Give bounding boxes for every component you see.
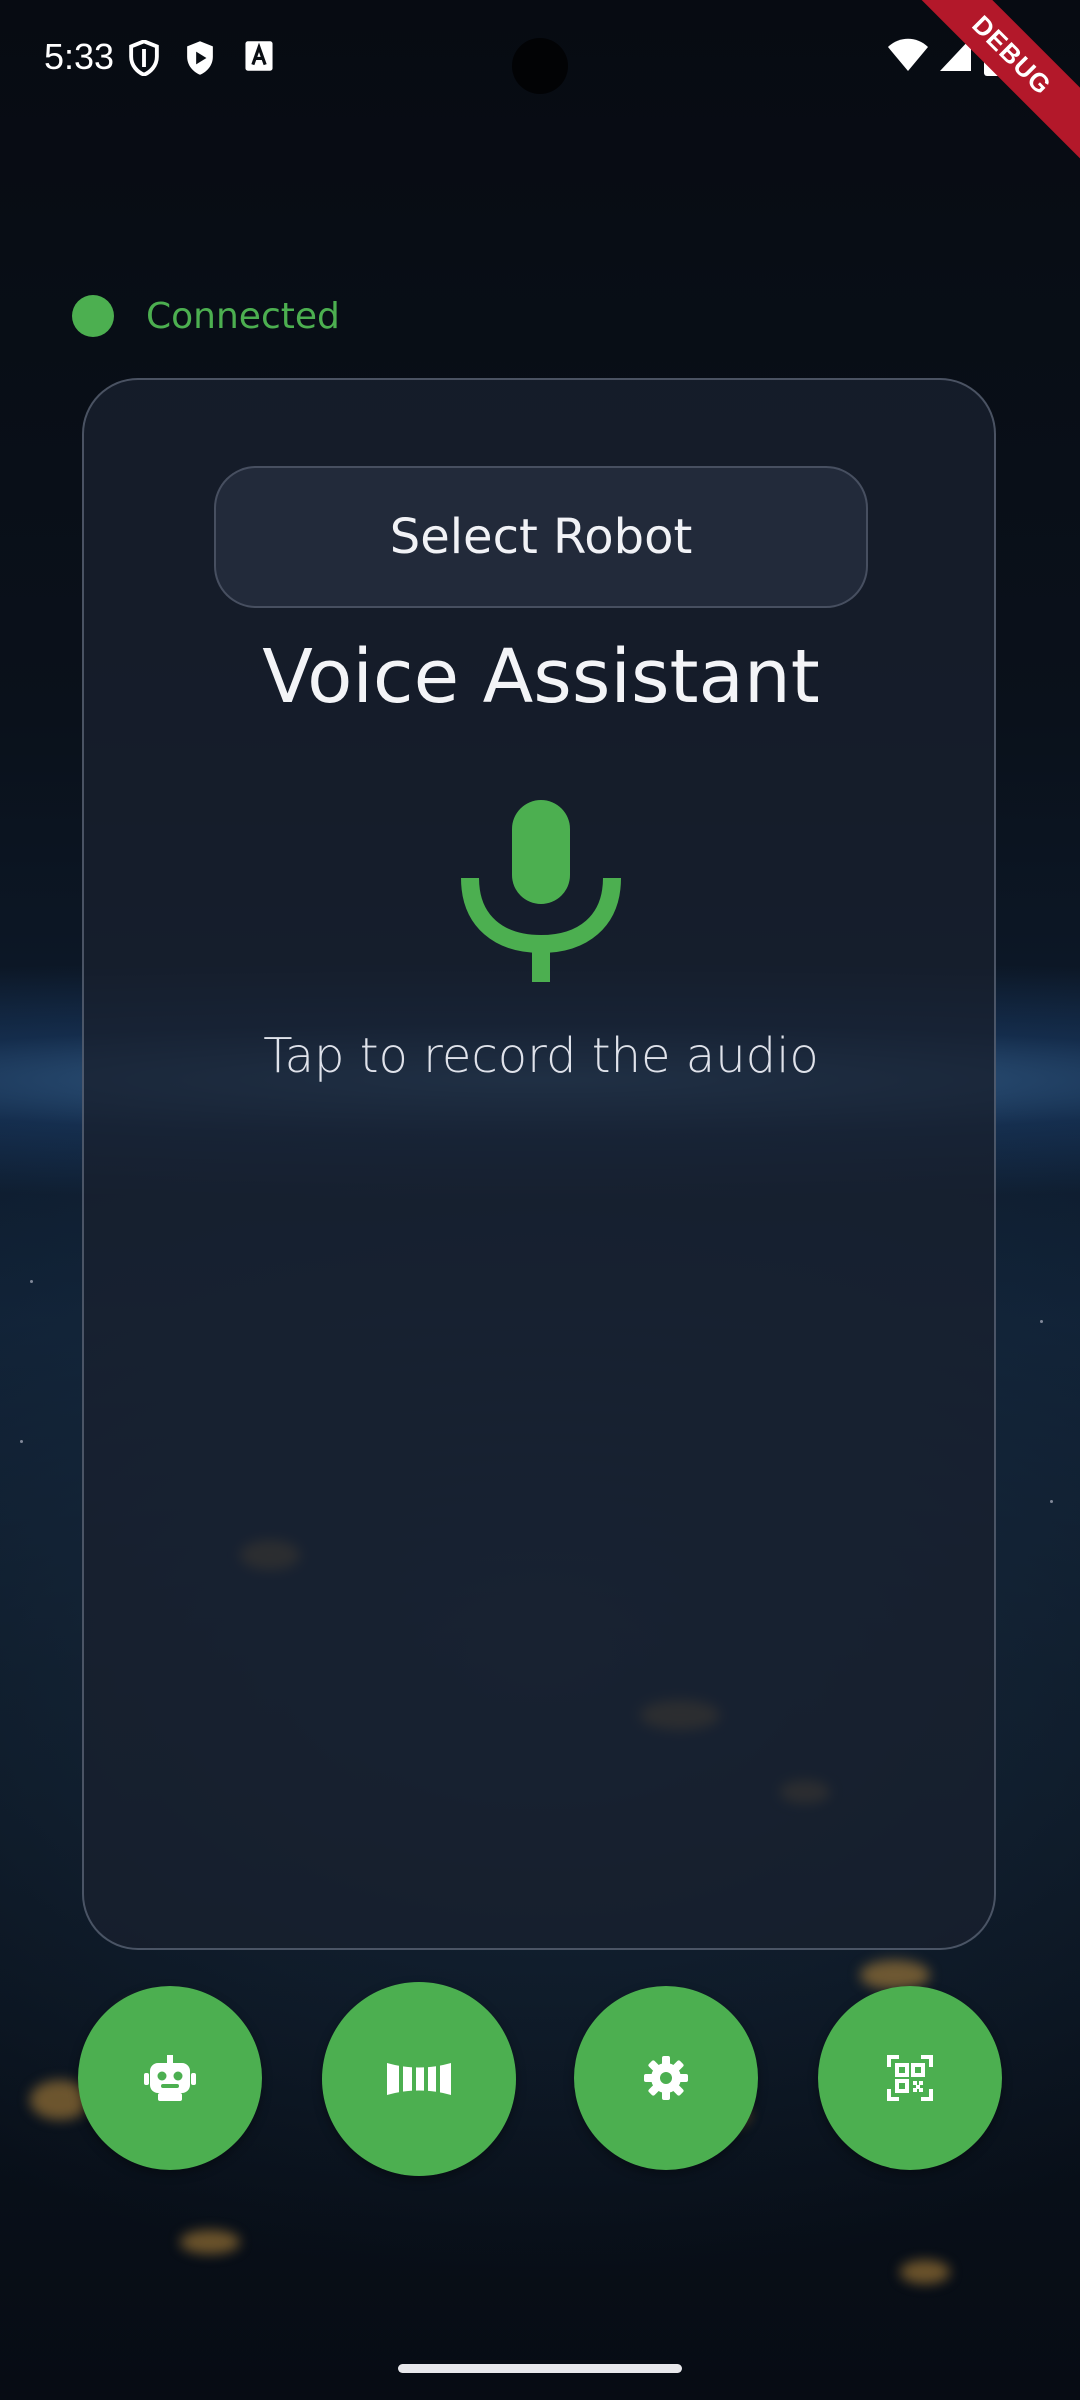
status-time: 5:33 [44,36,115,77]
star [1040,1320,1043,1323]
connection-status-text: Connected [146,295,340,337]
star [30,1280,33,1283]
settings-button[interactable] [574,1986,758,2170]
connection-status: Connected [72,292,340,340]
debug-banner: DEBUG [902,0,1080,165]
select-robot-label: Select Robot [389,509,693,565]
settings-gear-icon [644,2056,688,2100]
connection-indicator-dot [72,295,114,337]
status-bar: 5:33 DEBUG [0,0,1080,165]
city-light [180,2230,240,2254]
panorama-icon [387,2063,451,2095]
camera-cutout [512,38,568,94]
record-audio-button[interactable] [456,800,626,990]
home-indicator[interactable] [398,2364,682,2373]
robot-button[interactable] [78,1986,262,2170]
wifi-icon [888,38,928,76]
microphone-icon [461,800,621,982]
record-hint-text: Tap to record the audio [263,1028,819,1084]
text-a-icon [244,40,274,76]
city-light [900,2260,950,2284]
qr-scan-icon [887,2055,933,2101]
star [20,1440,23,1443]
play-shield-icon [184,40,216,80]
app-screen: 5:33 DEBUG Connected Select Robot Voice [0,0,1080,2400]
qr-scan-button[interactable] [818,1986,1002,2170]
select-robot-button[interactable]: Select Robot [214,466,868,608]
robot-icon [144,2055,196,2101]
panorama-button[interactable] [322,1982,516,2176]
card-title: Voice Assistant [262,634,820,720]
star [1050,1500,1053,1503]
shield-outline-icon [128,39,160,80]
voice-assistant-card: Select Robot Voice Assistant Tap to reco… [82,378,996,1950]
